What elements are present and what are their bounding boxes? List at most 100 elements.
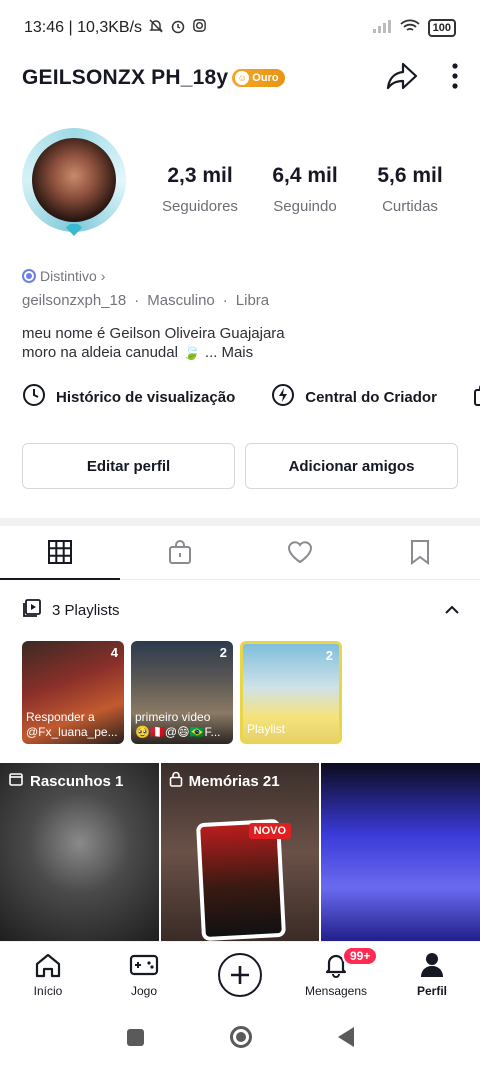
stat-followers[interactable]: 2,3 mil Seguidores <box>150 164 250 215</box>
separator: · <box>134 292 140 309</box>
stat-label: Curtidas <box>382 198 438 215</box>
section-divider <box>0 518 480 526</box>
status-time: 13:46 | 10,3KB/s <box>24 19 143 36</box>
memories-tile[interactable]: Memórias 21 NOVO <box>160 763 320 941</box>
creator-center-label: Central do Criador <box>305 388 437 406</box>
playlist-icon <box>22 598 42 622</box>
nav-messages-label: Mensagens <box>304 983 368 998</box>
grid-icon <box>47 539 73 570</box>
shop-link[interactable] <box>473 383 480 411</box>
add-friends-button[interactable]: Adicionar amigos <box>245 443 458 489</box>
playlist-title: primeiro video 🥹🇵🇪@😄🇧🇷F... <box>135 710 229 740</box>
create-button[interactable] <box>218 952 262 997</box>
profile-meta: geilsonzxph_18 · Masculino · Libra <box>22 292 269 309</box>
drafts-icon <box>8 771 24 791</box>
profile-sign: Libra <box>235 292 270 309</box>
playlist-title-line: primeiro video <box>135 710 211 724</box>
battery-indicator: 100 <box>427 19 456 37</box>
bookmark-icon <box>409 539 431 570</box>
profile-handle: geilsonzxph_18 <box>22 292 127 309</box>
playlist-card[interactable]: 2 Playlist <box>240 641 342 744</box>
stat-value: 2,3 mil <box>167 164 233 187</box>
playlist-title: Playlist <box>247 722 335 737</box>
nav-games[interactable]: Jogo <box>96 952 192 998</box>
chevron-right-icon: › <box>100 268 106 284</box>
playlists-header[interactable]: 3 Playlists <box>22 596 460 624</box>
nav-profile[interactable]: Perfil <box>384 952 480 998</box>
playlist-count: 4 <box>110 645 118 660</box>
status-bar: 13:46 | 10,3KB/s 100 <box>0 0 480 56</box>
more-options-icon[interactable] <box>452 62 458 94</box>
coin-icon: ☺ <box>235 71 250 85</box>
tab-videos[interactable] <box>0 530 120 580</box>
memories-label: Memórias 21 <box>188 772 280 790</box>
recents-button[interactable] <box>126 1028 144 1046</box>
stat-value: 6,4 mil <box>272 164 338 187</box>
badge-link[interactable]: Distintivo › <box>22 268 105 284</box>
status-right: 100 <box>372 19 456 38</box>
tab-liked[interactable] <box>240 530 360 579</box>
history-label: Histórico de visualização <box>56 388 236 406</box>
gem-icon <box>66 224 82 236</box>
playlist-count: 2 <box>219 645 227 660</box>
lock-icon <box>167 539 193 570</box>
avatar-image <box>32 138 116 222</box>
bio-line: meu nome é Geilson Oliveira Guajajara <box>22 325 285 342</box>
nav-create[interactable] <box>192 952 288 997</box>
video-grid: Rascunhos 1 Memórias 21 NOVO <box>0 763 480 941</box>
nav-profile-label: Perfil <box>416 983 447 998</box>
lock-icon <box>169 771 183 791</box>
heart-icon <box>286 539 314 570</box>
drafts-label-wrap: Rascunhos 1 <box>8 771 123 791</box>
alert-card-image <box>199 823 282 937</box>
creator-center-link[interactable]: Central do Criador <box>271 383 437 411</box>
tab-private[interactable] <box>120 530 240 579</box>
nav-home[interactable]: Início <box>0 952 96 998</box>
playlist-card[interactable]: 2 primeiro video 🥹🇵🇪@😄🇧🇷F... <box>131 641 233 744</box>
stat-likes[interactable]: 5,6 mil Curtidas <box>360 164 460 215</box>
home-button[interactable] <box>229 1026 252 1048</box>
bio-more-link[interactable]: Mais <box>221 344 253 361</box>
playlist-title-line: 🥹🇵🇪@😄🇧🇷F... <box>135 725 221 739</box>
playlist-row: 4 Responder a @Fx_luana_pe... 2 primeiro… <box>22 641 342 744</box>
share-icon[interactable] <box>386 62 418 95</box>
chevron-up-icon[interactable] <box>444 602 460 619</box>
gold-badge[interactable]: ☺ Ouro <box>232 69 285 87</box>
nav-games-label: Jogo <box>130 983 158 998</box>
profile-stats: 2,3 mil Seguidores 6,4 mil Seguindo 5,6 … <box>150 164 460 215</box>
drafts-tile[interactable]: Rascunhos 1 <box>0 763 159 941</box>
wifi-icon <box>400 19 420 38</box>
avatar[interactable] <box>22 128 126 238</box>
history-link[interactable]: Histórico de visualização <box>22 383 235 411</box>
nav-home-label: Início <box>33 983 63 998</box>
playlists-header-left: 3 Playlists <box>22 598 120 622</box>
back-button[interactable] <box>337 1027 354 1047</box>
playlist-title: Responder a @Fx_luana_pe... <box>26 710 120 740</box>
gamepad-icon <box>129 952 159 981</box>
quick-links: Histórico de visualização Central do Cri… <box>22 382 480 412</box>
system-navbar <box>0 1008 480 1066</box>
profile-username-title: GEILSONZX PH_18y <box>22 66 229 89</box>
playlist-title-line: Playlist <box>247 722 286 736</box>
profile-header: GEILSONZX PH_18y ☺ Ouro <box>0 58 480 98</box>
status-left: 13:46 | 10,3KB/s <box>24 18 207 39</box>
stat-following[interactable]: 6,4 mil Seguindo <box>255 164 355 215</box>
stat-label: Seguidores <box>162 198 238 215</box>
badge-icon <box>22 269 36 283</box>
memories-label-wrap: Memórias 21 <box>169 771 280 791</box>
video-tile[interactable] <box>321 763 480 941</box>
tab-saved[interactable] <box>360 530 480 579</box>
mute-icon <box>148 18 164 39</box>
bio-line: moro na aldeia canudal 🍃 ... <box>22 344 218 361</box>
shopping-bag-icon <box>473 383 480 411</box>
profile-bio[interactable]: meu nome é Geilson Oliveira Guajajara mo… <box>22 324 285 362</box>
gold-badge-label: Ouro <box>252 72 279 84</box>
stat-value: 5,6 mil <box>377 164 443 187</box>
stat-label: Seguindo <box>273 198 337 215</box>
content-tabs <box>0 530 480 580</box>
nav-messages[interactable]: 99+ Mensagens <box>288 945 384 998</box>
edit-profile-button[interactable]: Editar perfil <box>22 443 235 489</box>
new-tag: NOVO <box>248 823 292 839</box>
playlist-card[interactable]: 4 Responder a @Fx_luana_pe... <box>22 641 124 744</box>
messages-badge: 99+ <box>342 945 379 966</box>
